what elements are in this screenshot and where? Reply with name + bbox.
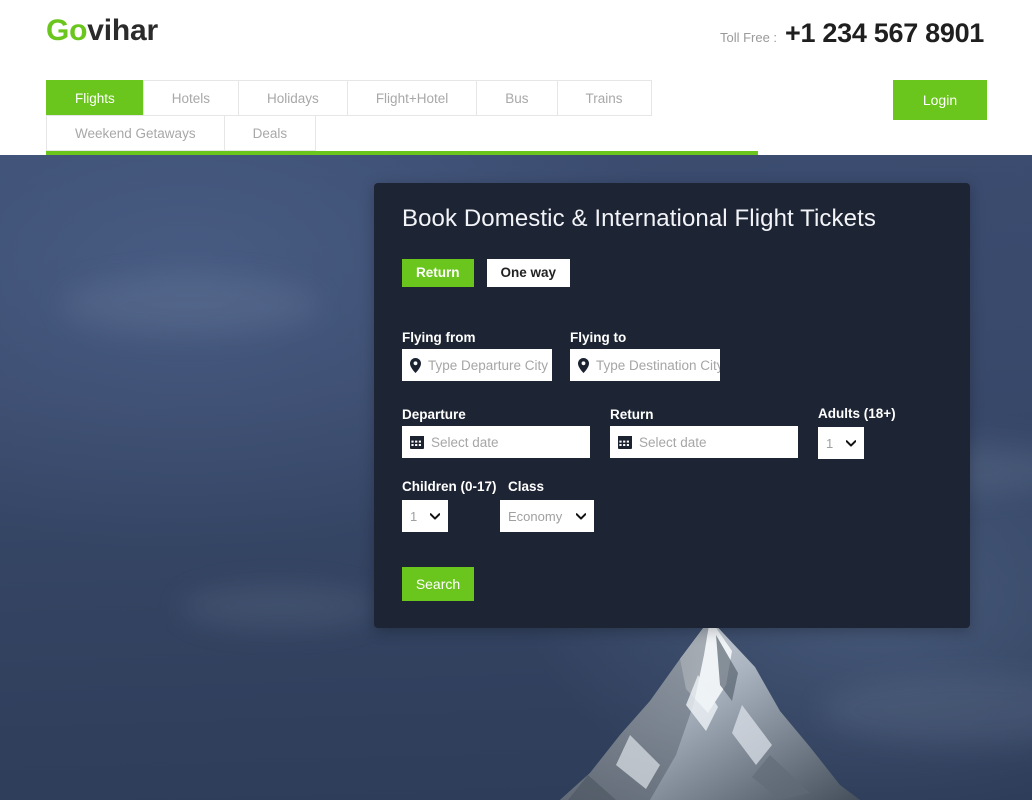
login-button[interactable]: Login: [893, 80, 987, 120]
flying-to-field[interactable]: [570, 349, 720, 381]
page-root: Govihar Toll Free : +1 234 567 8901 Flig…: [0, 0, 1032, 800]
children-select[interactable]: 1: [402, 500, 448, 532]
cloud-wisp: [180, 585, 380, 629]
panel-title: Book Domestic & International Flight Tic…: [402, 205, 876, 232]
nav-row-primary: Flights Hotels Holidays Flight+Hotel Bus…: [46, 80, 996, 116]
brand-logo[interactable]: Govihar: [46, 14, 158, 48]
trip-type-oneway-button[interactable]: One way: [486, 259, 571, 287]
flying-from-input[interactable]: [428, 349, 552, 381]
mountain-peak-image: [560, 619, 860, 800]
departure-label: Departure: [402, 407, 466, 422]
nav-tab-holidays[interactable]: Holidays: [238, 80, 348, 116]
nav-tab-deals[interactable]: Deals: [223, 115, 317, 151]
brand-logo-prefix: Go: [46, 14, 88, 47]
map-pin-icon: [410, 357, 421, 373]
toll-free-contact: Toll Free : +1 234 567 8901: [720, 18, 984, 49]
adults-select[interactable]: 1: [818, 427, 864, 459]
main-navigation: Flights Hotels Holidays Flight+Hotel Bus…: [46, 80, 996, 151]
class-select[interactable]: Economy: [500, 500, 594, 532]
toll-free-label: Toll Free :: [719, 30, 778, 45]
flight-booking-panel: Book Domestic & International Flight Tic…: [374, 183, 970, 628]
nav-tab-trains[interactable]: Trains: [556, 80, 652, 116]
flying-to-input[interactable]: [596, 349, 720, 381]
trip-type-return-button[interactable]: Return: [402, 259, 474, 287]
site-header: Govihar Toll Free : +1 234 567 8901 Flig…: [0, 0, 1032, 155]
chevron-down-icon: [430, 512, 440, 520]
cloud-wisp: [60, 275, 320, 335]
calendar-icon: [410, 435, 424, 449]
nav-tab-bus[interactable]: Bus: [476, 80, 558, 116]
search-button[interactable]: Search: [402, 567, 474, 601]
adults-select-value: 1: [826, 435, 834, 451]
departure-date-field[interactable]: [402, 426, 590, 458]
return-date-field[interactable]: [610, 426, 798, 458]
nav-tab-flights[interactable]: Flights: [46, 80, 144, 116]
nav-tab-hotels[interactable]: Hotels: [142, 80, 240, 116]
calendar-icon: [618, 435, 632, 449]
adults-label: Adults (18+): [818, 406, 896, 421]
brand-logo-suffix: vihar: [87, 14, 158, 47]
class-select-value: Economy: [508, 508, 563, 524]
nav-row-secondary: Weekend Getaways Deals: [46, 115, 996, 151]
toll-free-number[interactable]: +1 234 567 8901: [785, 18, 984, 49]
trip-type-toggle: Return One way: [402, 259, 571, 287]
flying-from-field[interactable]: [402, 349, 552, 381]
nav-active-underline: [46, 151, 758, 155]
nav-tab-flight-hotel[interactable]: Flight+Hotel: [346, 80, 478, 116]
return-date-input[interactable]: [639, 426, 798, 458]
children-select-value: 1: [410, 508, 418, 524]
nav-tab-weekend-getaways[interactable]: Weekend Getaways: [46, 115, 225, 151]
chevron-down-icon: [846, 439, 856, 447]
return-label: Return: [610, 407, 654, 422]
chevron-down-icon: [576, 512, 586, 520]
children-label: Children (0-17): [402, 479, 497, 494]
class-label: Class: [508, 479, 545, 494]
map-pin-icon: [578, 357, 589, 373]
flying-from-label: Flying from: [402, 330, 476, 345]
flying-to-label: Flying to: [570, 330, 627, 345]
departure-date-input[interactable]: [431, 426, 590, 458]
